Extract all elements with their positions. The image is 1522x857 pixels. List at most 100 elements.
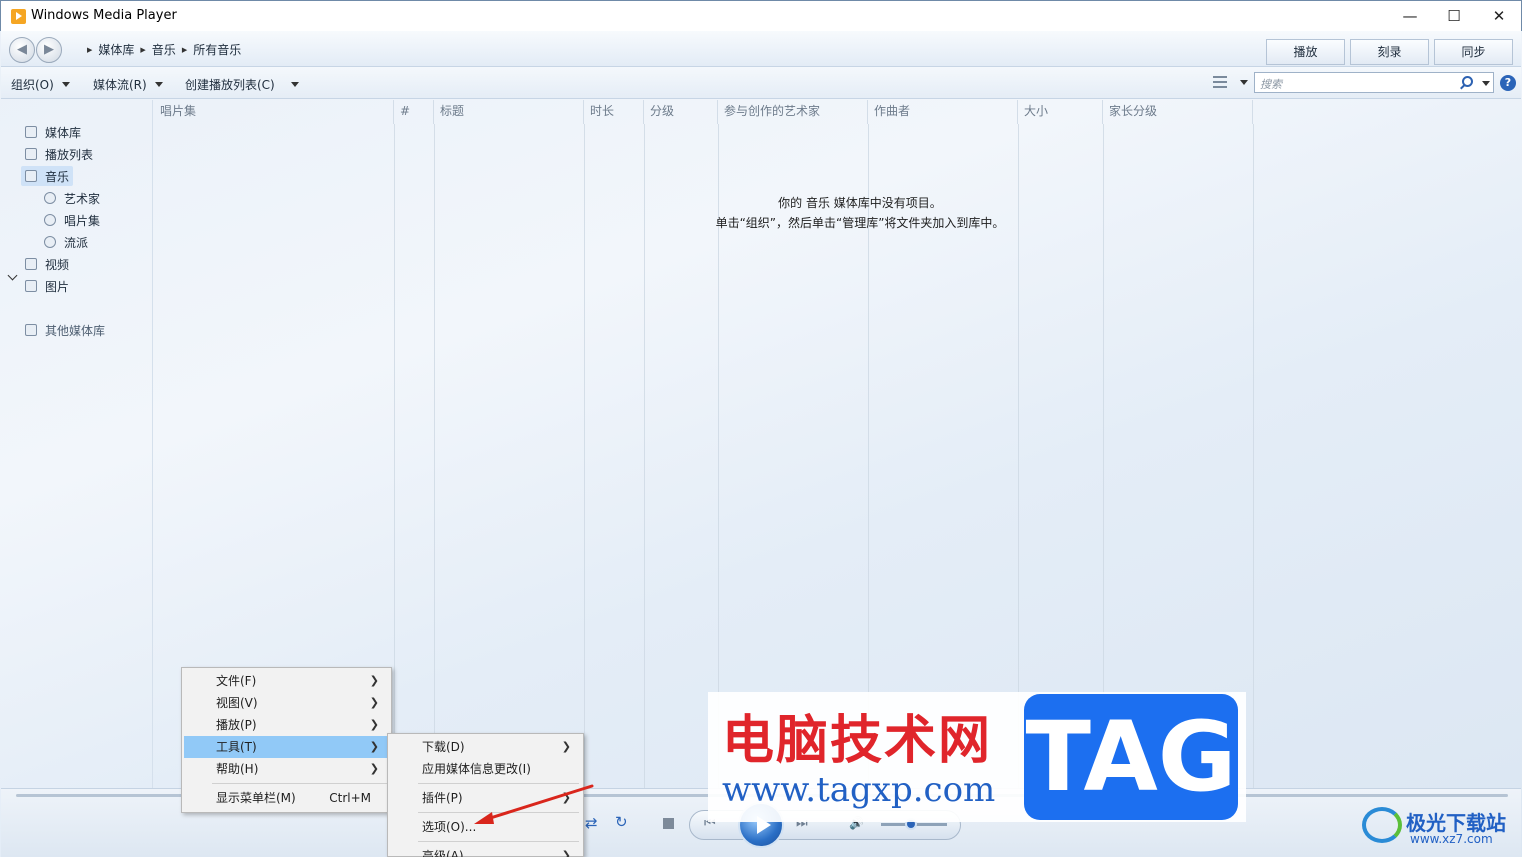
sidebar-item-playlists[interactable]: 播放列表 (25, 144, 93, 164)
site-logo-url: www.xz7.com (1410, 832, 1493, 846)
column-number[interactable]: # (394, 100, 434, 124)
column-contributing-artist[interactable]: 参与创作的艺术家 (718, 100, 868, 124)
title-bar: Windows Media Player — ☐ ✕ (0, 0, 1522, 31)
menu-item-view[interactable]: 视图(V) ❯ (184, 692, 389, 714)
chevron-right-icon: ▶ (140, 45, 146, 54)
search-placeholder: 搜索 (1260, 78, 1282, 91)
view-options-icon[interactable] (1213, 75, 1227, 89)
playlist-icon (25, 148, 37, 160)
menu-item-show-menubar[interactable]: 显示菜单栏(M) Ctrl+M (184, 787, 389, 809)
chevron-down-icon[interactable] (1240, 80, 1248, 85)
sidebar-item-video[interactable]: 视频 (25, 254, 69, 274)
menu-item-label: 文件(F) (216, 674, 257, 688)
stream-menu[interactable]: 媒体流(R) (93, 76, 163, 93)
library-icon (25, 126, 37, 138)
submenu-item-download[interactable]: 下载(D) ❯ (390, 736, 581, 758)
sidebar-label: 媒体库 (45, 125, 82, 140)
chevron-right-icon: ❯ (369, 740, 379, 753)
window-title: Windows Media Player (31, 8, 177, 23)
maximize-button[interactable]: ☐ (1431, 1, 1477, 31)
column-size[interactable]: 大小 (1018, 100, 1103, 124)
expand-icon[interactable] (7, 270, 18, 281)
navigation-pane: 媒体库 播放列表 音乐 艺术家 唱片集 流派 视频 图片 其他媒体库 (1, 100, 153, 788)
menu-item-label: 帮助(H) (216, 762, 259, 776)
column-divider (434, 124, 435, 788)
chevron-right-icon: ❯ (561, 740, 571, 753)
column-album[interactable]: 唱片集 (154, 100, 394, 124)
menu-item-help[interactable]: 帮助(H) ❯ (184, 758, 389, 780)
submenu-item-apply-media-info[interactable]: 应用媒体信息更改(I) (390, 758, 581, 780)
tab-burn[interactable]: 刻录 (1350, 39, 1429, 65)
column-parental-rating[interactable]: 家长分级 (1103, 100, 1253, 124)
chevron-right-icon: ❯ (369, 718, 379, 731)
video-icon (25, 258, 37, 270)
sidebar-item-other-libraries[interactable]: 其他媒体库 (25, 320, 105, 340)
column-rating[interactable]: 分级 (644, 100, 718, 124)
menu-item-label: 下载(D) (422, 740, 465, 754)
chevron-down-icon (61, 82, 70, 87)
repeat-icon[interactable]: ↻ (615, 813, 628, 831)
picture-icon (25, 280, 37, 292)
search-input[interactable]: 搜索 (1254, 72, 1494, 93)
help-icon[interactable]: ? (1500, 75, 1516, 91)
breadcrumb: ▶ 媒体库 ▶ 音乐 ▶ 所有音乐 (85, 41, 241, 58)
sidebar-label: 其他媒体库 (45, 323, 106, 338)
sidebar-label: 音乐 (45, 169, 70, 184)
annotation-arrow-icon (474, 784, 594, 824)
menu-item-label: 播放(P) (216, 718, 257, 732)
menu-separator (212, 783, 387, 784)
column-header-row: 唱片集 # 标题 时长 分级 参与创作的艺术家 作曲者 大小 家长分级 (154, 100, 1521, 124)
menu-item-tools[interactable]: 工具(T) ❯ (184, 736, 389, 758)
music-note-icon (25, 170, 37, 182)
menu-item-label: 高级(A) (422, 849, 464, 857)
sidebar-label: 流派 (64, 235, 89, 250)
menu-separator (418, 841, 579, 842)
menu-item-label: 工具(T) (216, 740, 257, 754)
tab-sync[interactable]: 同步 (1434, 39, 1513, 65)
forward-button[interactable]: ▶ (36, 37, 62, 63)
submenu-item-advanced[interactable]: 高级(A) ❯ (390, 845, 581, 857)
watermark-banner: 电脑技术网 www.tagxp.com TAG (708, 692, 1246, 822)
breadcrumb-all-music[interactable]: 所有音乐 (193, 41, 241, 58)
watermark-tag-logo: TAG (1024, 694, 1238, 820)
breadcrumb-music[interactable]: 音乐 (152, 41, 176, 58)
menu-item-label: 选项(O)... (422, 820, 477, 834)
site-logo: 极光下载站 www.xz7.com (1360, 803, 1520, 849)
column-divider (1253, 124, 1254, 788)
create-playlist-menu[interactable]: 创建播放列表(C) (185, 76, 299, 93)
album-icon (44, 214, 56, 226)
create-playlist-label: 创建播放列表(C) (185, 78, 275, 92)
organize-menu[interactable]: 组织(O) (11, 76, 70, 93)
sidebar-item-album[interactable]: 唱片集 (44, 210, 100, 230)
chevron-right-icon: ▶ (87, 45, 93, 54)
column-title[interactable]: 标题 (434, 100, 584, 124)
chevron-right-icon: ❯ (369, 674, 379, 687)
breadcrumb-library[interactable]: 媒体库 (98, 41, 134, 58)
navigation-bar: ◀ ▶ ▶ 媒体库 ▶ 音乐 ▶ 所有音乐 播放 刻录 同步 (1, 31, 1521, 67)
close-button[interactable]: ✕ (1476, 1, 1522, 31)
menu-item-file[interactable]: 文件(F) ❯ (184, 670, 389, 692)
column-composer[interactable]: 作曲者 (868, 100, 1018, 124)
organize-label: 组织(O) (11, 78, 54, 92)
column-length[interactable]: 时长 (584, 100, 644, 124)
menu-item-label: 应用媒体信息更改(I) (422, 762, 531, 776)
sidebar-label: 唱片集 (64, 213, 101, 228)
minimize-button[interactable]: — (1387, 1, 1433, 31)
sidebar-item-library[interactable]: 媒体库 (25, 122, 81, 142)
chevron-down-icon[interactable] (1482, 81, 1490, 86)
tab-play[interactable]: 播放 (1266, 39, 1345, 65)
menu-item-play[interactable]: 播放(P) ❯ (184, 714, 389, 736)
sidebar-item-genre[interactable]: 流派 (44, 232, 88, 252)
context-menu: 文件(F) ❯ 视图(V) ❯ 播放(P) ❯ 工具(T) ❯ 帮助(H) ❯ 显示菜单栏… (181, 667, 392, 813)
artist-icon (44, 192, 56, 204)
sidebar-item-pictures[interactable]: 图片 (25, 276, 69, 296)
back-button[interactable]: ◀ (9, 37, 35, 63)
sidebar-item-artist[interactable]: 艺术家 (44, 188, 100, 208)
search-icon[interactable] (1462, 76, 1473, 87)
watermark-url: www.tagxp.com (722, 770, 996, 810)
sidebar-item-music[interactable]: 音乐 (21, 166, 74, 186)
sidebar-label: 视频 (45, 257, 70, 272)
column-divider (394, 124, 395, 788)
stop-icon[interactable] (663, 818, 674, 829)
empty-library-message: 你的 音乐 媒体库中没有项目。 单击“组织”，然后单击“管理库”将文件夹加入到库… (560, 193, 1160, 233)
